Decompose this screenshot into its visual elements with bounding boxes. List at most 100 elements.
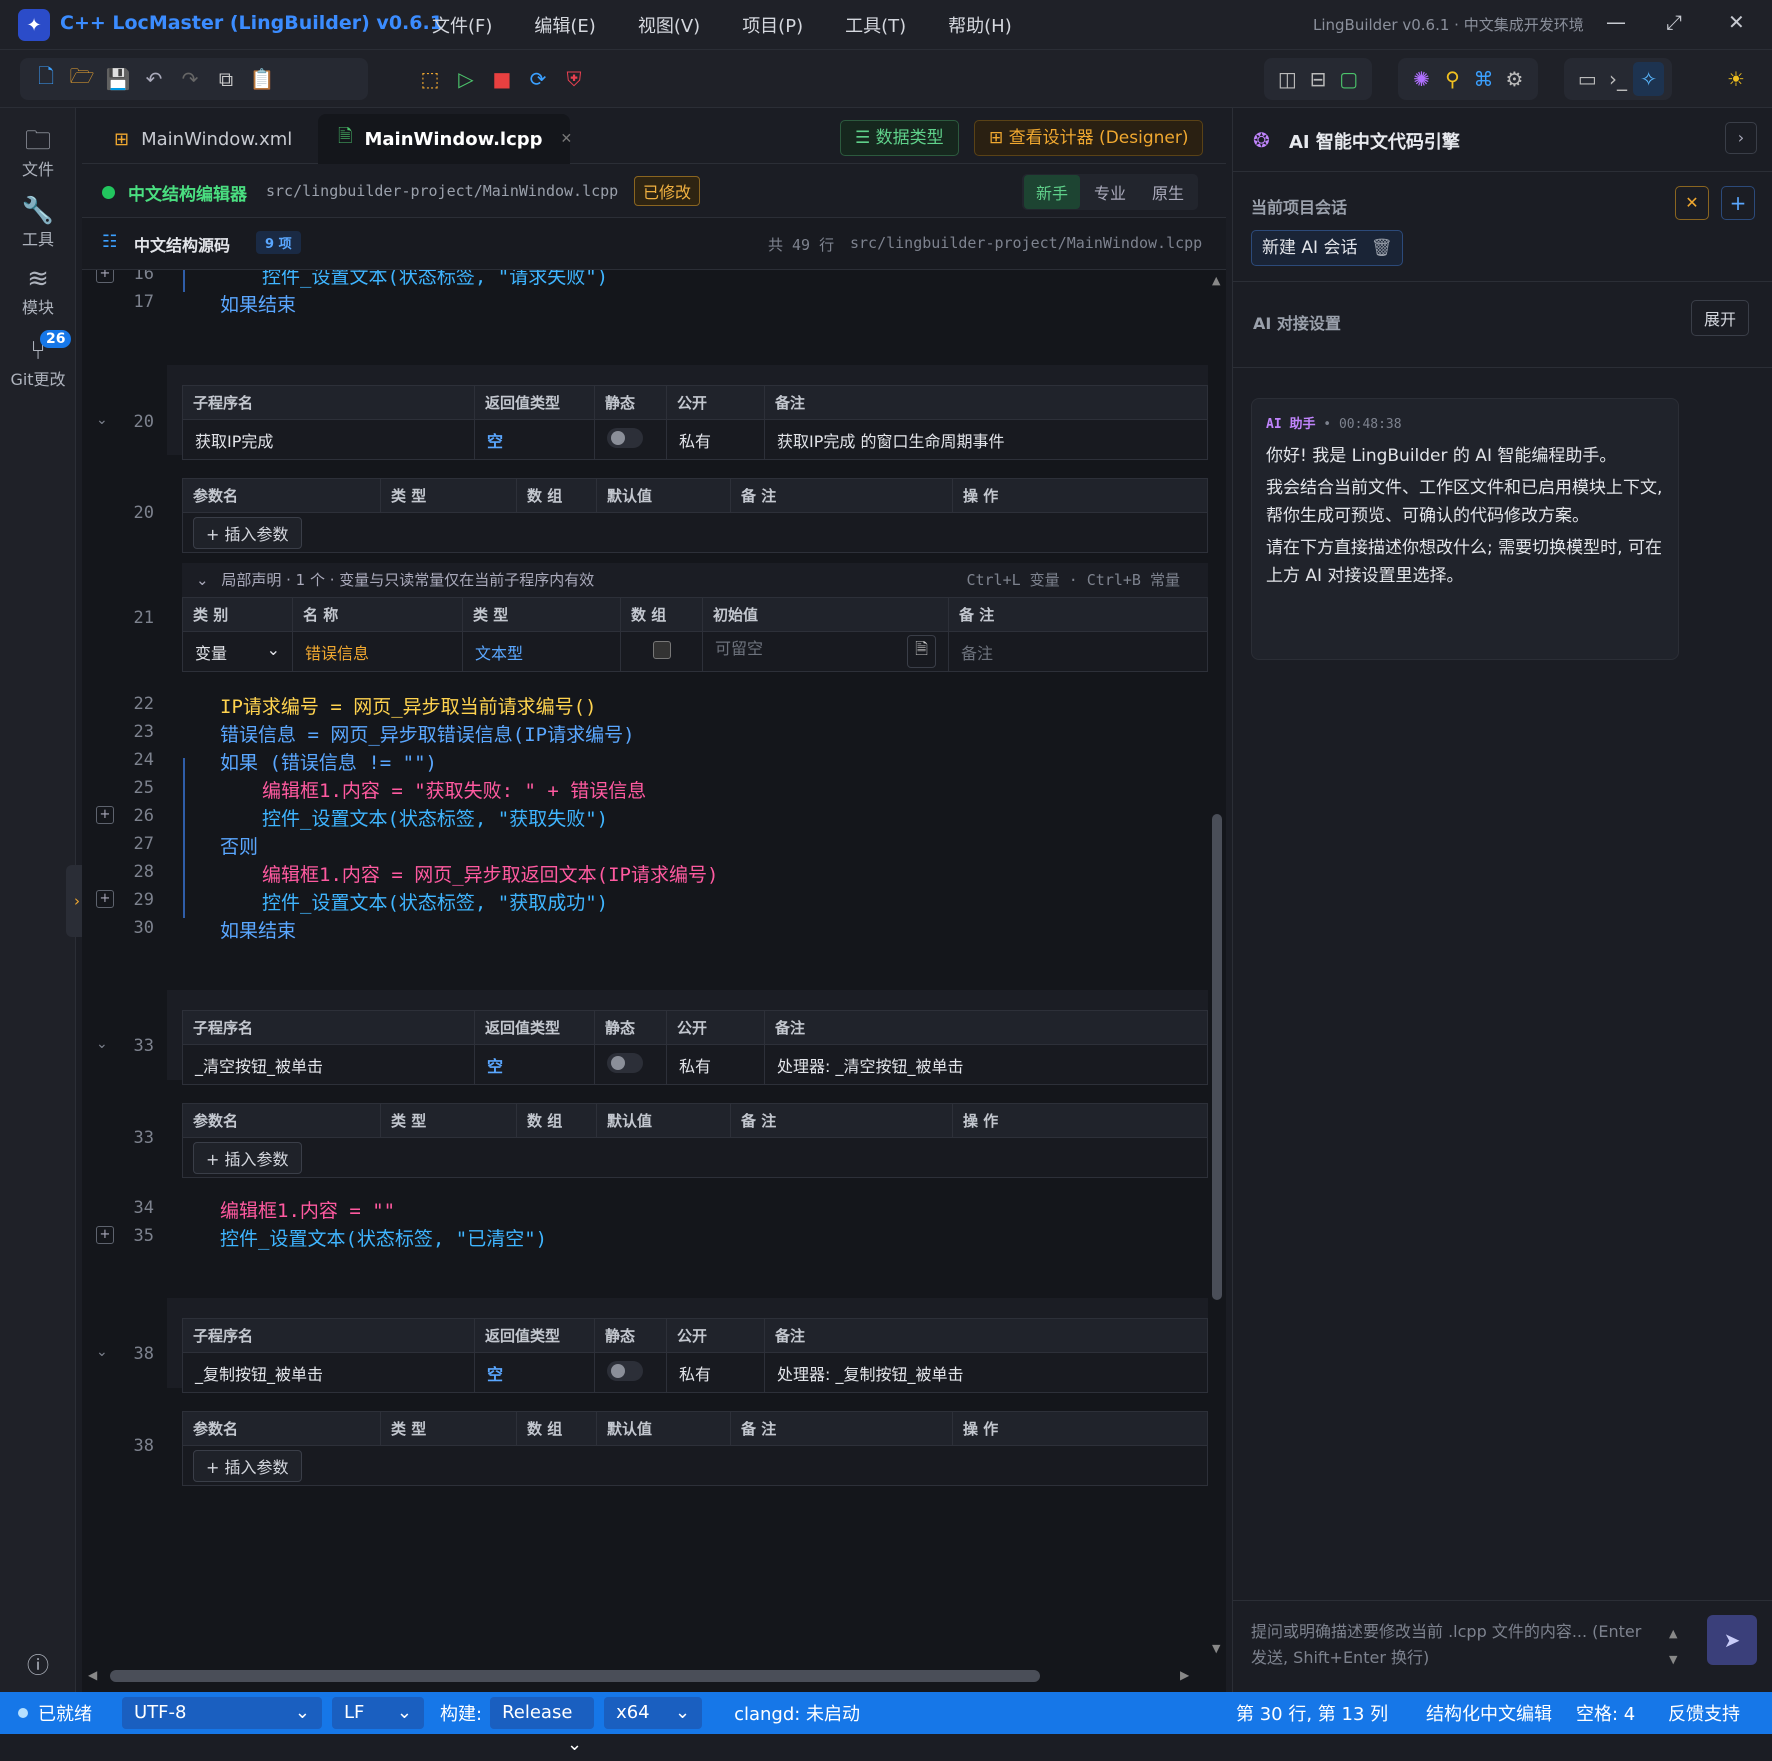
copy-icon[interactable]: ⧉ — [208, 62, 244, 96]
scroll-right-icon[interactable]: ▶ — [1180, 1668, 1189, 1682]
search-icon[interactable]: ⚲ — [1437, 62, 1468, 96]
sub-note[interactable]: 处理器: _清空按钮_被单击 — [764, 1044, 1208, 1085]
static-toggle[interactable] — [607, 427, 643, 448]
vertical-scrollbar[interactable]: ▲ ▼ — [1208, 270, 1226, 1660]
feedback-link[interactable]: 反馈支持 — [1668, 1700, 1740, 1726]
access-value[interactable]: 私有 — [666, 419, 765, 460]
sub-note[interactable]: 处理器: _复制按钮_被单击 — [764, 1352, 1208, 1393]
sub-note[interactable]: 获取IP完成 的窗口生命周期事件 — [764, 419, 1208, 460]
tab-mainwindow-xml[interactable]: ⊞ MainWindow.xml — [94, 114, 302, 164]
cursor-position[interactable]: 第 30 行, 第 13 列 — [1236, 1700, 1388, 1726]
menu-edit[interactable]: 编辑(E) — [534, 12, 595, 38]
paste-icon[interactable]: 📋 — [244, 62, 280, 96]
layout-single-icon[interactable]: ▢ — [1333, 62, 1364, 96]
session-chip[interactable]: 新建 AI 会话 🗑 — [1251, 230, 1404, 266]
access-value[interactable]: 私有 — [666, 1044, 765, 1085]
var-name[interactable]: 错误信息 — [292, 631, 463, 672]
shield-icon[interactable]: ⛨ — [556, 62, 592, 96]
folder-code-icon[interactable]: ▭ — [1572, 62, 1603, 96]
undo-icon[interactable]: ↶ — [136, 62, 172, 96]
maximize-icon[interactable]: ⤢ — [1666, 10, 1682, 34]
command-icon[interactable]: ⌘ — [1468, 62, 1499, 96]
eol-select[interactable]: LF ⌄ — [332, 1697, 424, 1729]
return-type[interactable]: 空 — [474, 1044, 595, 1085]
insert-param-button[interactable]: + 插入参数 — [193, 516, 302, 549]
activity-tools[interactable]: 🔧 工具 — [0, 196, 76, 250]
new-file-icon[interactable]: 🗋 — [28, 62, 64, 96]
kind-select[interactable]: 变量 ⌄ — [182, 631, 293, 672]
horizontal-scrollbar[interactable]: ◀ ▶ — [82, 1660, 1226, 1692]
build-chip-icon[interactable]: ⬚ — [412, 62, 448, 96]
doc-icon[interactable]: 🗎 — [907, 635, 936, 668]
trash-icon[interactable]: 🗑 — [1371, 238, 1393, 258]
ai-sparkle-icon[interactable]: ✧ — [1633, 62, 1665, 96]
tab-mainwindow-lcpp[interactable]: 🗎 MainWindow.lcpp ✕ — [318, 114, 573, 164]
redo-icon[interactable]: ↷ — [172, 62, 208, 96]
menu-tools[interactable]: 工具(T) — [845, 12, 906, 38]
static-toggle[interactable] — [607, 1052, 643, 1073]
send-button[interactable]: ➤ — [1707, 1615, 1757, 1665]
save-icon[interactable]: 💾 — [100, 62, 136, 96]
code-view[interactable]: + 16 控件_设置文本(状态标签, "请求失败") 17 如果结束 ⌄ 20 … — [82, 270, 1208, 1660]
stop-icon[interactable]: ■ — [484, 62, 520, 96]
add-session-button[interactable]: + — [1721, 186, 1755, 220]
mode-pro[interactable]: 专业 — [1080, 175, 1140, 209]
menu-file[interactable]: 文件(F) — [432, 12, 492, 38]
line-number: 16 — [133, 270, 154, 284]
var-type[interactable]: 文本型 — [462, 631, 621, 672]
build-select[interactable]: Release ⌄ — [490, 1697, 595, 1755]
minimize-icon[interactable]: — — [1606, 10, 1626, 34]
help-icon[interactable]: ⓘ — [0, 1648, 76, 1680]
activity-files[interactable]: 🗀 文件 — [0, 126, 76, 180]
gear-icon[interactable]: ⚙ — [1499, 62, 1530, 96]
indent-setting[interactable]: 空格: 4 — [1576, 1700, 1635, 1726]
menu-help[interactable]: 帮助(H) — [948, 12, 1012, 38]
mode-beginner[interactable]: 新手 — [1024, 175, 1081, 209]
note-input[interactable]: 备注 — [948, 631, 1208, 672]
static-toggle[interactable] — [607, 1360, 643, 1381]
run-icon[interactable]: ▷ — [448, 62, 484, 96]
open-folder-icon[interactable]: 🗁 — [64, 62, 100, 96]
access-value[interactable]: 私有 — [666, 1352, 765, 1393]
menu-view[interactable]: 视图(V) — [638, 12, 700, 38]
mode-native[interactable]: 原生 — [1140, 175, 1196, 209]
activity-modules[interactable]: ≋ 模块 — [0, 264, 76, 318]
return-type[interactable]: 空 — [474, 1352, 595, 1393]
rebuild-icon[interactable]: ⟳ — [520, 62, 556, 96]
clangd-status[interactable]: clangd: 未启动 — [734, 1700, 860, 1726]
init-input[interactable]: 可留空 🗎 — [702, 631, 949, 672]
collapse-panel-button[interactable]: › — [1725, 122, 1757, 154]
return-type[interactable]: 空 — [474, 419, 595, 460]
insert-param-button[interactable]: + 插入参数 — [193, 1449, 302, 1482]
terminal-icon[interactable]: ›_ — [1603, 62, 1634, 96]
array-checkbox[interactable] — [652, 640, 671, 659]
sub-name[interactable]: 获取IP完成 — [182, 419, 475, 460]
tab-close-icon[interactable]: ✕ — [561, 131, 573, 147]
local-decl-header[interactable]: ⌄ 局部声明 · 1 个 · 变量与只读常量仅在当前子程序内有效 Ctrl+L … — [182, 563, 1208, 597]
insert-param-button[interactable]: + 插入参数 — [193, 1141, 302, 1174]
layout-rows-icon[interactable]: ⊟ — [1303, 62, 1334, 96]
close-session-button[interactable]: ✕ — [1675, 186, 1709, 220]
input-spinner-icon[interactable]: ▲ ▼ — [1669, 1621, 1677, 1673]
h-scroll-thumb[interactable] — [110, 1670, 1040, 1682]
scroll-down-icon[interactable]: ▼ — [1212, 1642, 1220, 1655]
debug-icon[interactable]: ✺ — [1406, 62, 1437, 96]
expand-button[interactable]: 展开 — [1691, 300, 1750, 336]
close-icon[interactable]: ✕ — [1728, 10, 1745, 34]
scroll-up-icon[interactable]: ▲ — [1212, 274, 1220, 287]
scroll-left-icon[interactable]: ◀ — [88, 1668, 97, 1682]
scroll-thumb[interactable] — [1212, 814, 1222, 1300]
arch-select[interactable]: x64 ⌄ — [604, 1697, 703, 1729]
designer-button[interactable]: ⊞ 查看设计器 (Designer) — [974, 120, 1204, 156]
edit-mode[interactable]: 结构化中文编辑 — [1426, 1700, 1552, 1726]
encoding-select[interactable]: UTF-8 ⌄ — [122, 1697, 322, 1729]
activity-git[interactable]: ⑂ Git更改 26 — [0, 330, 76, 390]
chat-input[interactable]: 提问或明确描述要修改当前 .lcpp 文件的内容... (Enter 发送, S… — [1251, 1619, 1649, 1675]
menu-project[interactable]: 项目(P) — [742, 12, 803, 38]
layout-split-icon[interactable]: ◫ — [1272, 62, 1303, 96]
data-types-button[interactable]: ☰ 数据类型 — [840, 120, 959, 156]
sub-name[interactable]: _复制按钮_被单击 — [182, 1352, 475, 1393]
theme-sun-icon[interactable]: ☀ — [1718, 62, 1754, 96]
header-default: 默认值 — [596, 1411, 731, 1446]
sub-name[interactable]: _清空按钮_被单击 — [182, 1044, 475, 1085]
